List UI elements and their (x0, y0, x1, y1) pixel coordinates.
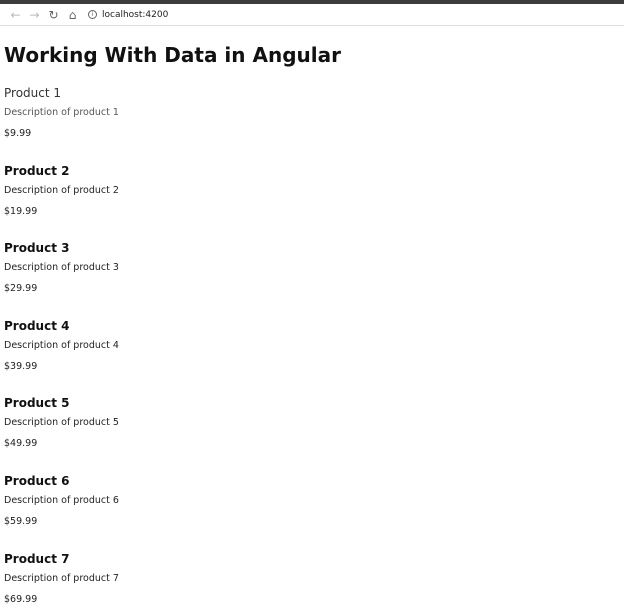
product-price: $9.99 (4, 128, 32, 139)
product-card: Product 4 Description of product 4 $39.9… (4, 318, 624, 396)
product-card: Product 6 Description of product 6 $59.9… (4, 473, 624, 551)
product-card: Product 1 Description of product 1 $9.99 (4, 85, 624, 163)
product-name: Product 3 (4, 241, 70, 256)
product-description: Description of product 5 (4, 417, 119, 429)
back-arrow-icon[interactable]: ← (6, 6, 25, 24)
url-text[interactable]: localhost:4200 (102, 10, 168, 20)
product-description: Description of product 2 (4, 184, 119, 196)
product-name: Product 1 (4, 86, 62, 100)
product-price: $39.99 (4, 360, 38, 372)
site-info-icon[interactable]: i (88, 10, 97, 19)
reload-icon[interactable]: ↻ (44, 6, 63, 24)
product-description: Description of product 3 (4, 262, 119, 274)
product-description: Description of product 4 (4, 339, 119, 351)
product-card: Product 5 Description of product 5 $49.9… (4, 395, 624, 473)
page-content: Working With Data in Angular Product 1 D… (0, 42, 624, 607)
product-card: Product 2 Description of product 2 $19.9… (4, 163, 624, 241)
product-card: Product 3 Description of product 3 $29.9… (4, 240, 624, 318)
product-description: Description of product 1 (4, 107, 119, 118)
product-price: $69.99 (4, 593, 38, 605)
product-price: $29.99 (4, 283, 38, 295)
browser-toolbar: ← → ↻ ⌂ i localhost:4200 (0, 4, 624, 26)
address-bar[interactable]: i localhost:4200 (88, 6, 168, 24)
product-name: Product 2 (4, 163, 70, 178)
product-card: Product 7 Description of product 7 $69.9… (4, 551, 624, 607)
product-description: Description of product 7 (4, 572, 119, 584)
product-price: $19.99 (4, 205, 38, 217)
product-name: Product 7 (4, 551, 70, 566)
product-name: Product 5 (4, 396, 70, 411)
page-title: Working With Data in Angular (4, 43, 341, 67)
product-list: Product 1 Description of product 1 $9.99… (4, 85, 624, 607)
product-description: Description of product 6 (4, 494, 119, 506)
home-icon[interactable]: ⌂ (63, 6, 82, 24)
product-name: Product 4 (4, 318, 70, 333)
forward-arrow-icon[interactable]: → (25, 6, 44, 24)
product-price: $49.99 (4, 438, 38, 450)
product-price: $59.99 (4, 515, 38, 527)
product-name: Product 6 (4, 473, 70, 488)
